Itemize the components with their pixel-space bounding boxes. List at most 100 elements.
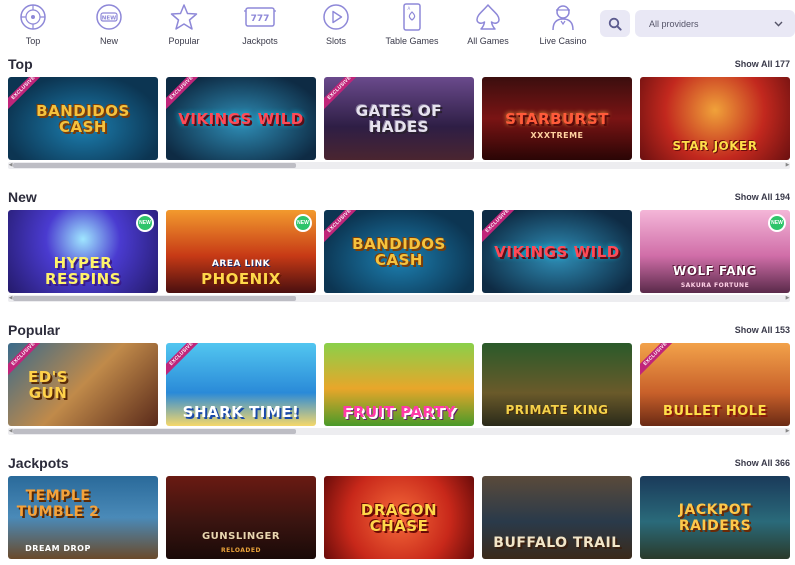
show-all-link[interactable]: Show All 153 bbox=[735, 325, 790, 335]
game-card[interactable]: Star Joker bbox=[640, 77, 790, 160]
game-title: Bandidos Cash bbox=[352, 234, 446, 269]
game-subtitle: RELOADED bbox=[221, 547, 261, 554]
category-live-casino[interactable]: Live Casino bbox=[527, 2, 599, 46]
category-popular[interactable]: Popular bbox=[148, 2, 220, 46]
row-scrollbar[interactable]: ◀ ▶ bbox=[8, 295, 790, 302]
category-label: Popular bbox=[168, 36, 200, 46]
svg-text:777: 777 bbox=[251, 14, 270, 24]
game-title: Bandidos Cash bbox=[36, 101, 130, 136]
game-row: EXCLUSIVE Bandidos Cash EXCLUSIVE Viking… bbox=[8, 77, 795, 160]
game-card[interactable]: NEW Hyper Respins bbox=[8, 210, 158, 293]
scroll-right-icon[interactable]: ▶ bbox=[785, 162, 790, 169]
game-title: Primate King bbox=[505, 403, 609, 417]
spade-icon bbox=[471, 2, 505, 32]
game-card[interactable]: Temple Tumble 2 DREAM DROP bbox=[8, 476, 158, 559]
game-title: Shark Time! bbox=[182, 403, 300, 421]
game-title: Buffalo Trail bbox=[493, 535, 621, 551]
category-label: Live Casino bbox=[539, 36, 587, 46]
exclusive-ribbon: EXCLUSIVE bbox=[166, 77, 206, 112]
category-nav: Top NEW New Popular 777 Jackpots Slots A… bbox=[0, 0, 795, 50]
game-title: Jackpot Raiders bbox=[678, 501, 752, 534]
game-card[interactable]: Jackpot Raiders bbox=[640, 476, 790, 559]
game-card[interactable]: EXCLUSIVE Bandidos Cash bbox=[8, 77, 158, 160]
scroll-right-icon[interactable]: ▶ bbox=[785, 295, 790, 302]
game-title: Hyper Respins bbox=[44, 254, 122, 288]
game-subtitle: XXXTREME bbox=[530, 131, 584, 140]
chevron-down-icon bbox=[774, 21, 783, 27]
game-card[interactable]: Dragon Chase bbox=[324, 476, 474, 559]
game-card[interactable]: NEW Wolf Fang SAKURA FORTUNE bbox=[640, 210, 790, 293]
game-title: Ed's Gun bbox=[27, 367, 69, 402]
game-card[interactable]: EXCLUSIVE Shark Time! bbox=[166, 343, 316, 426]
category-new[interactable]: NEW New bbox=[73, 2, 145, 46]
game-title: Vikings Wild bbox=[178, 109, 304, 128]
show-all-link[interactable]: Show All 194 bbox=[735, 192, 790, 202]
roulette-icon bbox=[16, 2, 50, 32]
game-card[interactable]: Gunslinger RELOADED bbox=[166, 476, 316, 559]
scrollbar-thumb[interactable] bbox=[13, 429, 296, 434]
row-scrollbar[interactable]: ◀ ▶ bbox=[8, 162, 790, 169]
game-card[interactable]: Starburst XXXTREME bbox=[482, 77, 632, 160]
game-card[interactable]: Primate King bbox=[482, 343, 632, 426]
provider-select[interactable]: All providers bbox=[635, 10, 795, 37]
section-popular: Popular Show All 153 EXCLUSIVE Ed's Gun … bbox=[0, 322, 795, 442]
game-card[interactable]: Buffalo Trail bbox=[482, 476, 632, 559]
category-label: All Games bbox=[467, 36, 509, 46]
game-subtitle: AREA LINK bbox=[211, 259, 271, 269]
category-slots[interactable]: Slots bbox=[300, 2, 372, 46]
svg-text:NEW: NEW bbox=[102, 16, 116, 22]
game-title: Gates of Hades bbox=[355, 101, 443, 136]
new-badge: NEW bbox=[768, 214, 786, 232]
section-title: Top bbox=[8, 56, 33, 72]
svg-text:A: A bbox=[408, 6, 411, 11]
section-title: Jackpots bbox=[8, 455, 69, 471]
game-card[interactable]: EXCLUSIVE Bandidos Cash bbox=[324, 210, 474, 293]
game-title: Vikings Wild bbox=[494, 242, 620, 261]
show-all-link[interactable]: Show All 366 bbox=[735, 458, 790, 468]
game-card[interactable]: EXCLUSIVE Gates of Hades bbox=[324, 77, 474, 160]
game-card[interactable]: EXCLUSIVE Bullet Hole bbox=[640, 343, 790, 426]
category-all-games[interactable]: All Games bbox=[452, 2, 524, 46]
game-title: Phoenix bbox=[201, 270, 281, 288]
game-title: Starburst bbox=[505, 109, 609, 128]
game-card[interactable]: Fruit Party bbox=[324, 343, 474, 426]
category-label: Jackpots bbox=[242, 36, 278, 46]
play-icon bbox=[319, 2, 353, 32]
game-row: NEW Hyper Respins NEW AREA LINK Phoenix … bbox=[8, 210, 795, 293]
section-title: New bbox=[8, 189, 37, 205]
game-title: Wolf Fang bbox=[673, 264, 757, 278]
game-card[interactable]: EXCLUSIVE Vikings Wild bbox=[482, 210, 632, 293]
new-badge: NEW bbox=[136, 214, 154, 232]
scroll-right-icon[interactable]: ▶ bbox=[785, 428, 790, 435]
game-row: Temple Tumble 2 DREAM DROP Gunslinger RE… bbox=[8, 476, 795, 559]
section-top: Top Show All 177 EXCLUSIVE Bandidos Cash… bbox=[0, 56, 795, 176]
game-card[interactable]: NEW AREA LINK Phoenix bbox=[166, 210, 316, 293]
exclusive-ribbon: EXCLUSIVE bbox=[166, 343, 206, 378]
scrollbar-thumb[interactable] bbox=[13, 296, 296, 301]
game-card[interactable]: EXCLUSIVE Ed's Gun bbox=[8, 343, 158, 426]
section-jackpots: Jackpots Show All 366 Temple Tumble 2 DR… bbox=[0, 455, 795, 565]
game-subtitle: DREAM DROP bbox=[25, 544, 91, 553]
game-title: Bullet Hole bbox=[663, 404, 767, 419]
game-row: EXCLUSIVE Ed's Gun EXCLUSIVE Shark Time!… bbox=[8, 343, 795, 426]
game-card[interactable]: EXCLUSIVE Vikings Wild bbox=[166, 77, 316, 160]
star-icon bbox=[167, 2, 201, 32]
slot-777-icon: 777 bbox=[243, 2, 277, 32]
search-button[interactable] bbox=[600, 10, 630, 37]
row-scrollbar[interactable]: ◀ ▶ bbox=[8, 428, 790, 435]
game-title: Gunslinger bbox=[201, 531, 281, 542]
category-label: Table Games bbox=[385, 36, 439, 46]
category-jackpots[interactable]: 777 Jackpots bbox=[224, 2, 296, 46]
provider-select-value: All providers bbox=[649, 18, 699, 29]
category-top[interactable]: Top bbox=[0, 2, 69, 46]
category-label: New bbox=[99, 36, 118, 46]
game-title: Temple Tumble 2 bbox=[16, 488, 100, 520]
section-title: Popular bbox=[8, 322, 61, 338]
search-icon bbox=[608, 17, 622, 31]
scrollbar-thumb[interactable] bbox=[13, 163, 296, 168]
category-table-games[interactable]: A Table Games bbox=[376, 2, 448, 46]
playing-card-icon: A bbox=[395, 2, 429, 32]
show-all-link[interactable]: Show All 177 bbox=[735, 59, 790, 69]
new-badge-icon: NEW bbox=[92, 2, 126, 32]
game-title: Star Joker bbox=[672, 139, 758, 153]
